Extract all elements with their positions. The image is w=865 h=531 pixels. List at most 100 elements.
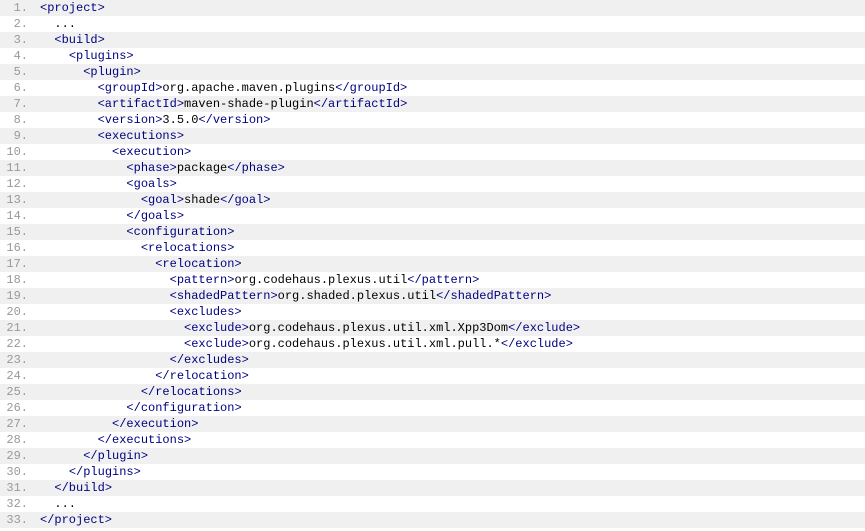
code-line: 8. <version>3.5.0</version>	[0, 112, 865, 128]
xml-tag: <plugin>	[83, 65, 141, 79]
line-number: 26.	[0, 400, 36, 416]
code-content: <relocations>	[36, 240, 234, 256]
xml-tag: </excludes>	[170, 353, 249, 367]
code-content: <exclude>org.codehaus.plexus.util.xml.pu…	[36, 336, 573, 352]
code-line: 6. <groupId>org.apache.maven.plugins</gr…	[0, 80, 865, 96]
xml-tag: </version>	[198, 113, 270, 127]
code-line: 22. <exclude>org.codehaus.plexus.util.xm…	[0, 336, 865, 352]
xml-tag: <exclude>	[184, 337, 249, 351]
xml-tag: <exclude>	[184, 321, 249, 335]
xml-text: package	[177, 161, 227, 175]
xml-text: org.codehaus.plexus.util.xml.pull.*	[249, 337, 501, 351]
xml-text: org.codehaus.plexus.util.xml.Xpp3Dom	[249, 321, 508, 335]
code-line: 1. <project>	[0, 0, 865, 16]
line-number: 30.	[0, 464, 36, 480]
xml-tag: <executions>	[98, 129, 184, 143]
xml-tag: </pattern>	[407, 273, 479, 287]
code-content: <plugin>	[36, 64, 141, 80]
code-line: 24. </relocation>	[0, 368, 865, 384]
xml-tag: <relocations>	[141, 241, 235, 255]
line-number: 14.	[0, 208, 36, 224]
code-content: ...	[36, 16, 76, 32]
code-line: 27. </execution>	[0, 416, 865, 432]
xml-tag: </exclude>	[501, 337, 573, 351]
line-number: 28.	[0, 432, 36, 448]
code-line: 9. <executions>	[0, 128, 865, 144]
line-number: 33.	[0, 512, 36, 528]
xml-tag: <project>	[40, 1, 105, 15]
line-number: 1.	[0, 0, 36, 16]
line-number: 15.	[0, 224, 36, 240]
code-content: <plugins>	[36, 48, 134, 64]
code-line: 4. <plugins>	[0, 48, 865, 64]
line-number: 18.	[0, 272, 36, 288]
xml-tag: </configuration>	[126, 401, 241, 415]
xml-tag: </groupId>	[335, 81, 407, 95]
code-content: </relocation>	[36, 368, 249, 384]
xml-tag: </goals>	[126, 209, 184, 223]
code-line: 25. </relocations>	[0, 384, 865, 400]
line-number: 27.	[0, 416, 36, 432]
code-line: 28. </executions>	[0, 432, 865, 448]
line-number: 6.	[0, 80, 36, 96]
line-number: 31.	[0, 480, 36, 496]
line-number: 16.	[0, 240, 36, 256]
line-number: 3.	[0, 32, 36, 48]
code-line: 29. </plugin>	[0, 448, 865, 464]
code-line: 20. <excludes>	[0, 304, 865, 320]
code-line: 33. </project>	[0, 512, 865, 528]
code-content: <exclude>org.codehaus.plexus.util.xml.Xp…	[36, 320, 580, 336]
xml-tag: </relocations>	[141, 385, 242, 399]
code-content: </executions>	[36, 432, 191, 448]
xml-tag: <shadedPattern>	[170, 289, 278, 303]
xml-tag: </relocation>	[155, 369, 249, 383]
line-number: 20.	[0, 304, 36, 320]
code-content: </excludes>	[36, 352, 249, 368]
code-content: </relocations>	[36, 384, 242, 400]
xml-text: org.apache.maven.plugins	[162, 81, 335, 95]
line-number: 29.	[0, 448, 36, 464]
xml-text: ...	[54, 17, 76, 31]
code-line: 26. </configuration>	[0, 400, 865, 416]
code-content: <shadedPattern>org.shaded.plexus.util</s…	[36, 288, 551, 304]
line-number: 9.	[0, 128, 36, 144]
xml-tag: </plugins>	[69, 465, 141, 479]
xml-tag: </phase>	[227, 161, 285, 175]
line-number: 11.	[0, 160, 36, 176]
code-content: </execution>	[36, 416, 198, 432]
code-line: 21. <exclude>org.codehaus.plexus.util.xm…	[0, 320, 865, 336]
line-number: 2.	[0, 16, 36, 32]
code-content: <pattern>org.codehaus.plexus.util</patte…	[36, 272, 479, 288]
line-number: 4.	[0, 48, 36, 64]
line-number: 25.	[0, 384, 36, 400]
xml-tag: <configuration>	[126, 225, 234, 239]
xml-tag: <execution>	[112, 145, 191, 159]
xml-text: 3.5.0	[162, 113, 198, 127]
code-line: 18. <pattern>org.codehaus.plexus.util</p…	[0, 272, 865, 288]
line-number: 7.	[0, 96, 36, 112]
xml-tag: <relocation>	[155, 257, 241, 271]
code-content: <build>	[36, 32, 105, 48]
xml-tag: <build>	[54, 33, 104, 47]
xml-tag: <excludes>	[170, 305, 242, 319]
code-content: <version>3.5.0</version>	[36, 112, 270, 128]
code-line: 23. </excludes>	[0, 352, 865, 368]
xml-text: ...	[54, 497, 76, 511]
xml-tag: <goals>	[126, 177, 176, 191]
xml-text: org.codehaus.plexus.util	[234, 273, 407, 287]
xml-tag: </project>	[40, 513, 112, 527]
xml-tag: </build>	[54, 481, 112, 495]
xml-tag: </plugin>	[83, 449, 148, 463]
line-number: 10.	[0, 144, 36, 160]
code-content: </plugin>	[36, 448, 148, 464]
code-content: <goals>	[36, 176, 177, 192]
xml-tag: <phase>	[126, 161, 176, 175]
code-line: 2. ...	[0, 16, 865, 32]
code-line: 3. <build>	[0, 32, 865, 48]
line-number: 21.	[0, 320, 36, 336]
code-content: </build>	[36, 480, 112, 496]
xml-tag: </executions>	[98, 433, 192, 447]
xml-tag: <artifactId>	[98, 97, 184, 111]
code-content: ...	[36, 496, 76, 512]
code-line: 13. <goal>shade</goal>	[0, 192, 865, 208]
